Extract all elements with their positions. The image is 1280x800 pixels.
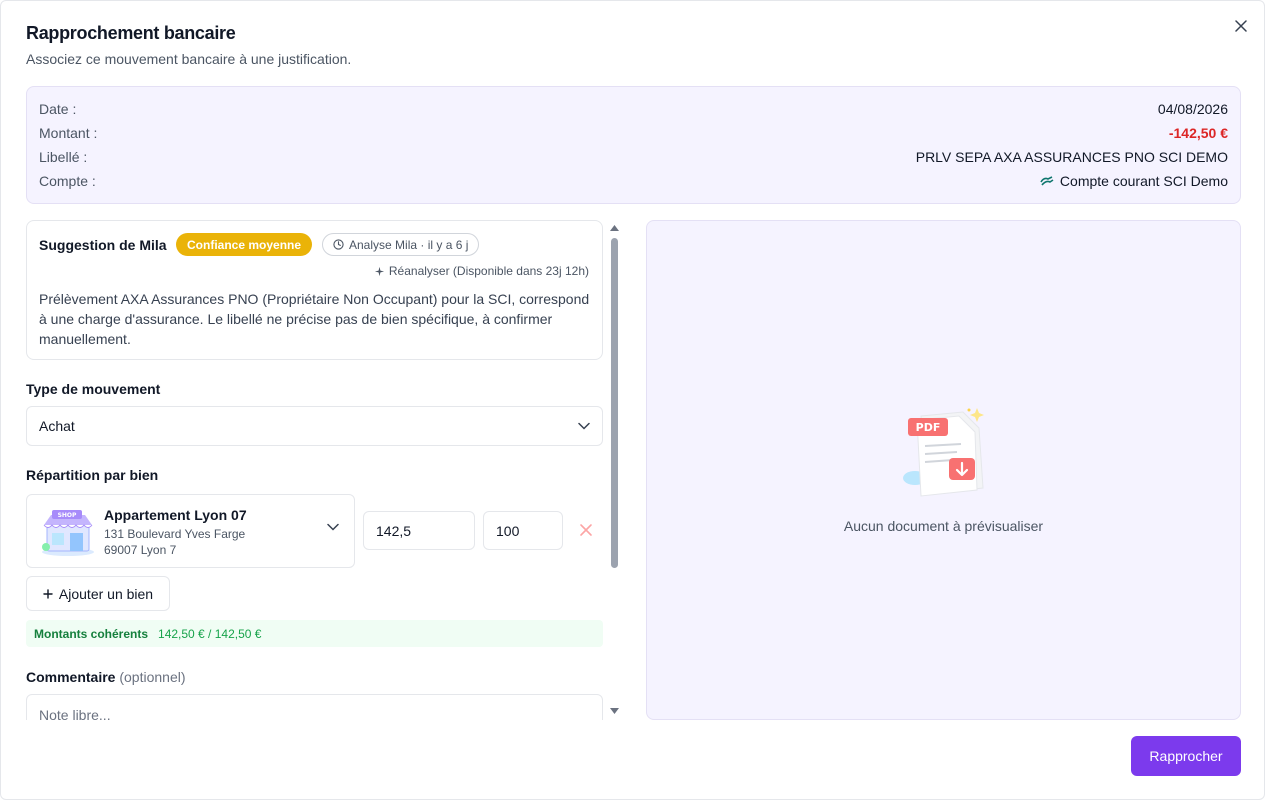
document-preview: PDF Aucun document à prévisualiser — [646, 220, 1241, 720]
reanalyse-label: Réanalyser (Disponible dans 23j 12h) — [388, 264, 589, 278]
shop-building-icon: SHOP — [42, 510, 94, 556]
date-value: 04/08/2026 — [1157, 101, 1228, 117]
preview-empty-text: Aucun document à prévisualiser — [843, 518, 1044, 534]
amount-label: Montant : — [39, 125, 98, 141]
movement-type-value: Achat — [39, 418, 75, 434]
amounts-check: Montants cohérents 142,50 € / 142,50 € — [26, 620, 603, 647]
add-property-button[interactable]: Ajouter un bien — [26, 576, 170, 611]
reconcile-button[interactable]: Rapprocher — [1131, 736, 1241, 776]
account-label: Compte : — [39, 173, 96, 189]
comment-textarea[interactable]: Note libre... — [26, 694, 603, 720]
add-property-label: Ajouter un bien — [58, 585, 154, 602]
amount-input[interactable]: 142,5 — [363, 511, 475, 550]
label-row: Libellé : PRLV SEPA AXA ASSURANCES PNO S… — [39, 147, 1228, 167]
suggestion-text: Prélèvement AXA Assurances PNO (Propriét… — [39, 291, 590, 347]
account-value: Compte courant SCI Demo — [1059, 173, 1228, 189]
confidence-badge: Confiance moyenne — [176, 233, 313, 256]
pdf-document-icon: PDF — [903, 408, 984, 497]
label-value: PRLV SEPA AXA ASSURANCES PNO SCI DEMO — [915, 149, 1228, 165]
comment-label: Commentaire (optionnel) — [26, 669, 186, 685]
allocation-label: Répartition par bien — [26, 467, 159, 483]
plus-icon — [43, 588, 53, 599]
svg-text:PDF: PDF — [916, 421, 941, 434]
comment-optional: (optionnel) — [119, 669, 186, 685]
svg-text:SHOP: SHOP — [58, 512, 77, 519]
chevron-down-icon — [578, 422, 590, 430]
percent-input[interactable]: 100 — [483, 511, 563, 550]
remove-property-icon[interactable] — [579, 523, 593, 537]
property-select[interactable]: SHOP Appartement Lyon 07 131 Boulevard Y… — [26, 494, 355, 568]
account-row: Compte : Compte courant SCI Demo — [39, 171, 1228, 191]
suggestion-title: Suggestion de Mila — [39, 237, 167, 253]
reconciliation-dialog: Rapprochement bancaire Associez ce mouve… — [0, 0, 1265, 800]
scrollbar[interactable] — [607, 221, 622, 718]
movement-type-select[interactable]: Achat — [26, 406, 603, 446]
property-name: Appartement Lyon 07 — [104, 507, 247, 523]
scrollbar-thumb[interactable] — [611, 238, 618, 568]
form-scroll-area[interactable]: Suggestion de Mila Confiance moyenne Ana… — [26, 220, 606, 720]
chevron-down-icon — [327, 523, 339, 531]
movement-type-label: Type de mouvement — [26, 381, 161, 397]
amount-row: Montant : -142,50 € — [39, 123, 1228, 143]
ai-suggestion-card: Suggestion de Mila Confiance moyenne Ana… — [26, 220, 603, 360]
analysis-text: Analyse Mila · il y a 6 j — [349, 237, 469, 252]
amount-value: -142,50 € — [1168, 125, 1228, 141]
amounts-check-label: Montants cohérents — [34, 626, 149, 641]
date-row: Date : 04/08/2026 — [39, 99, 1228, 119]
amounts-check-values: 142,50 € / 142,50 € — [158, 626, 262, 641]
date-label: Date : — [39, 101, 77, 117]
analysis-badge: Analyse Mila · il y a 6 j — [322, 233, 480, 256]
comment-label-text: Commentaire — [26, 669, 116, 685]
sparkle-icon — [374, 266, 384, 276]
label-label: Libellé : — [39, 149, 88, 165]
scroll-up-arrow-icon[interactable] — [610, 225, 619, 231]
transaction-summary: Date : 04/08/2026 Montant : -142,50 € Li… — [26, 86, 1241, 204]
account-value-wrap: Compte courant SCI Demo — [1040, 173, 1228, 189]
property-address-line2: 69007 Lyon 7 — [104, 543, 177, 557]
close-icon — [1235, 20, 1247, 32]
close-button[interactable] — [1231, 16, 1251, 36]
clock-icon — [333, 239, 344, 250]
property-address: 131 Boulevard Yves Farge 69007 Lyon 7 — [104, 526, 245, 558]
dialog-subtitle: Associez ce mouvement bancaire à une jus… — [26, 51, 352, 67]
scroll-down-arrow-icon[interactable] — [610, 708, 619, 714]
reanalyse-button[interactable]: Réanalyser (Disponible dans 23j 12h) — [374, 264, 589, 278]
property-address-line1: 131 Boulevard Yves Farge — [104, 527, 246, 541]
dialog-title: Rapprochement bancaire — [26, 23, 236, 43]
bank-logo-icon — [1040, 176, 1054, 186]
